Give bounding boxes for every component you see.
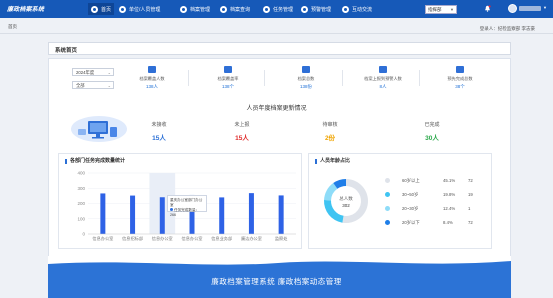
legend-percent: 8.4% xyxy=(443,220,453,225)
age-donut-chart: 总人数302 xyxy=(324,179,369,223)
legend-row: 60岁以上 45.1% 72 xyxy=(385,177,495,185)
legend-count: 72 xyxy=(468,220,473,225)
legend-percent: 45.1% xyxy=(443,178,456,183)
legend-label: 60岁以上 xyxy=(402,178,420,183)
legend-count: 1 xyxy=(468,206,471,211)
legend-row: 20岁以下 8.4% 72 xyxy=(385,219,495,227)
legend-row: 30~50岁 19.8% 19 xyxy=(385,191,495,199)
legend-row: 20~30岁 12.4% 1 xyxy=(385,205,495,213)
pie-slice[interactable] xyxy=(324,199,344,223)
donut-center-label: 总人数 xyxy=(339,195,353,202)
legend-dot-icon xyxy=(385,178,390,183)
legend-count: 72 xyxy=(468,178,473,183)
legend-label: 30~50岁 xyxy=(402,192,419,197)
legend-percent: 12.4% xyxy=(443,206,456,211)
footer-text: 廉政档案管理系统 廉政档案动态管理 xyxy=(211,277,342,286)
legend-dot-icon xyxy=(385,220,390,225)
legend-dot-icon xyxy=(385,206,390,211)
legend-percent: 19.8% xyxy=(443,192,456,197)
footer-wave xyxy=(48,256,511,265)
legend-dot-icon xyxy=(385,192,390,197)
pie-slice[interactable] xyxy=(342,179,369,223)
legend-label: 20~30岁 xyxy=(402,206,419,211)
legend-label: 20岁以下 xyxy=(402,220,420,225)
donut-center-value: 302 xyxy=(342,203,350,208)
legend-count: 19 xyxy=(468,192,473,197)
